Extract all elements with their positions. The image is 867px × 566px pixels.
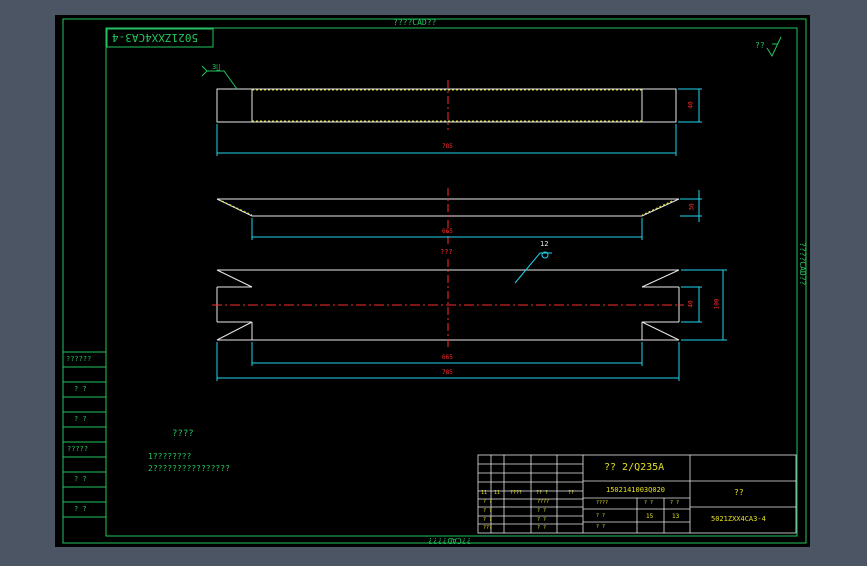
title-block-cell: ??: [568, 490, 575, 496]
title-block-code: 1502141003Q020: [606, 486, 666, 494]
bottom-inner-dim: 665: [442, 354, 453, 361]
title-block-cell: ? ?: [670, 500, 680, 506]
title-block-cell: ? ?: [596, 524, 606, 530]
left-column-label-6: ? ?: [74, 505, 87, 513]
bottom-view-label: ???: [440, 248, 453, 256]
title-block-cell: ????: [537, 499, 550, 505]
left-column-label-3: ? ?: [74, 415, 87, 423]
left-column-label-2: ? ?: [74, 385, 87, 393]
middle-height-dim: 30: [688, 203, 696, 211]
left-column-label-1: ??????: [66, 355, 92, 363]
border-bottom-label: ??CAD????: [428, 536, 472, 545]
top-length-dim: 785: [442, 143, 453, 150]
title-block-cell: ? ?: [537, 508, 547, 514]
title-block-cell: 11: [481, 490, 488, 496]
notes-line-1: 1????????: [148, 452, 192, 461]
title-block-cell: ????: [596, 500, 609, 506]
title-block-cell: ? ?: [537, 525, 547, 531]
notes-line-2: 2????????????????: [148, 464, 230, 473]
bottom-height-outer-dim: 100: [713, 298, 721, 310]
title-block-cell: ? ?: [644, 500, 654, 506]
notes-title: ????: [172, 429, 194, 439]
callout-number: 12: [540, 240, 549, 248]
weld-callout-label: 3∐: [212, 63, 221, 71]
title-block-cell: ? ?: [483, 508, 493, 514]
border-right-label: ????CAD??: [798, 242, 807, 286]
title-block-cell: ? ?: [537, 517, 547, 523]
title-block-scale: ??: [734, 488, 744, 497]
title-block-cell: ? ?: [483, 517, 493, 523]
cad-drawing-viewport: ????CAD?? ??CAD???? ????CAD?? 5021ZXX4CA…: [0, 0, 867, 562]
bottom-height-inner-dim: 40: [687, 300, 695, 308]
title-block-sheet-b: 13: [672, 513, 680, 520]
border-top-label: ????CAD??: [393, 18, 437, 27]
title-block-cell: 11: [494, 490, 501, 496]
title-block-material: ?? 2/Q235A: [604, 462, 665, 473]
roughness-label: ??: [755, 41, 765, 50]
title-block-sheet-a: 15: [646, 513, 654, 520]
drawing-code-flipped: 5021ZXX4CA3-4: [112, 31, 199, 44]
drawing-svg: [55, 15, 810, 547]
title-block-cell: ?? ?: [536, 490, 549, 496]
top-height-dim: 40: [687, 101, 695, 109]
left-column-label-4: ?????: [67, 445, 89, 453]
title-block-drawing-no: 5021ZXX4CA3-4: [711, 515, 766, 523]
middle-bottom-dim: 665: [442, 228, 453, 235]
left-column-label-5: ? ?: [74, 475, 87, 483]
title-block-cell: ???: [483, 525, 493, 531]
title-block-cell: ????: [510, 490, 523, 496]
title-block-cell: ? ?: [483, 499, 493, 505]
bottom-total-dim: 785: [442, 369, 453, 376]
title-block-cell: ? ?: [596, 513, 606, 519]
